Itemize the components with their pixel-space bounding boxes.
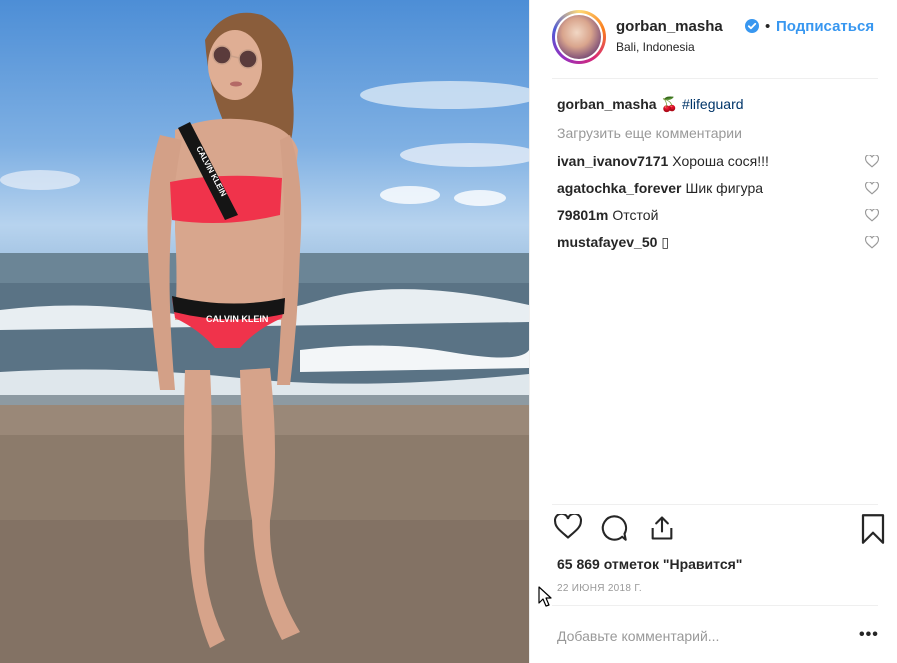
heart-icon[interactable] — [554, 514, 582, 540]
bookmark-icon[interactable] — [860, 514, 886, 544]
comment-like-heart-icon[interactable] — [865, 182, 879, 195]
separator-dot: • — [765, 18, 771, 35]
comment-item: mustafayev_50 ▯ — [557, 234, 879, 251]
divider — [552, 605, 878, 606]
comment-text: Хороша сося!!! — [672, 153, 769, 169]
load-more-comments-button[interactable]: Загрузить еще комментарии — [557, 125, 742, 141]
post-caption: gorban_masha 🍒 #lifeguard — [557, 96, 744, 113]
mouse-cursor-icon — [538, 586, 552, 607]
post-side-panel: gorban_masha • Подписаться Bali, Indones… — [529, 0, 897, 663]
share-icon[interactable] — [648, 514, 676, 542]
comment-text: ▯ — [661, 234, 670, 250]
avatar[interactable] — [552, 10, 606, 64]
comment-username[interactable]: agatochka_forever — [557, 180, 682, 196]
divider — [552, 504, 878, 505]
post-photo[interactable]: CALVIN KLEIN CALVIN KLEIN — [0, 0, 529, 663]
comment-item: agatochka_forever Шик фигура — [557, 180, 879, 196]
comment-username[interactable]: 79801m — [557, 207, 608, 223]
cherry-emoji: 🍒 — [660, 96, 679, 112]
comment-like-heart-icon[interactable] — [865, 236, 879, 249]
comment-item: 79801m Отстой — [557, 207, 879, 223]
follow-button[interactable]: Подписаться — [776, 18, 874, 35]
swimsuit-waistband-text: CALVIN KLEIN — [206, 314, 268, 324]
more-options-button[interactable]: ••• — [859, 626, 879, 644]
add-comment-input[interactable]: Добавьте комментарий... — [557, 628, 817, 644]
post-actions-bar — [552, 514, 888, 548]
username-link[interactable]: gorban_masha — [616, 18, 723, 35]
comment-like-heart-icon[interactable] — [865, 155, 879, 168]
beach-photo-scene: CALVIN KLEIN CALVIN KLEIN — [0, 12, 529, 663]
comment-icon[interactable] — [600, 514, 628, 542]
comment-item: ivan_ivanov7171 Хороша сося!!! — [557, 153, 879, 169]
post-header: gorban_masha • Подписаться Bali, Indones… — [552, 10, 878, 79]
post-date[interactable]: 22 ИЮНЯ 2018 Г. — [557, 583, 642, 594]
likes-count[interactable]: 65 869 отметок "Нравится" — [557, 556, 742, 572]
comment-like-heart-icon[interactable] — [865, 209, 879, 222]
comment-username[interactable]: mustafayev_50 — [557, 234, 657, 250]
location-link[interactable]: Bali, Indonesia — [616, 40, 695, 54]
comment-text: Отстой — [612, 207, 659, 223]
comment-text: Шик фигура — [685, 180, 764, 196]
caption-username[interactable]: gorban_masha — [557, 96, 657, 112]
comment-username[interactable]: ivan_ivanov7171 — [557, 153, 668, 169]
hashtag-link[interactable]: #lifeguard — [682, 96, 744, 112]
verified-badge-icon — [745, 19, 759, 33]
